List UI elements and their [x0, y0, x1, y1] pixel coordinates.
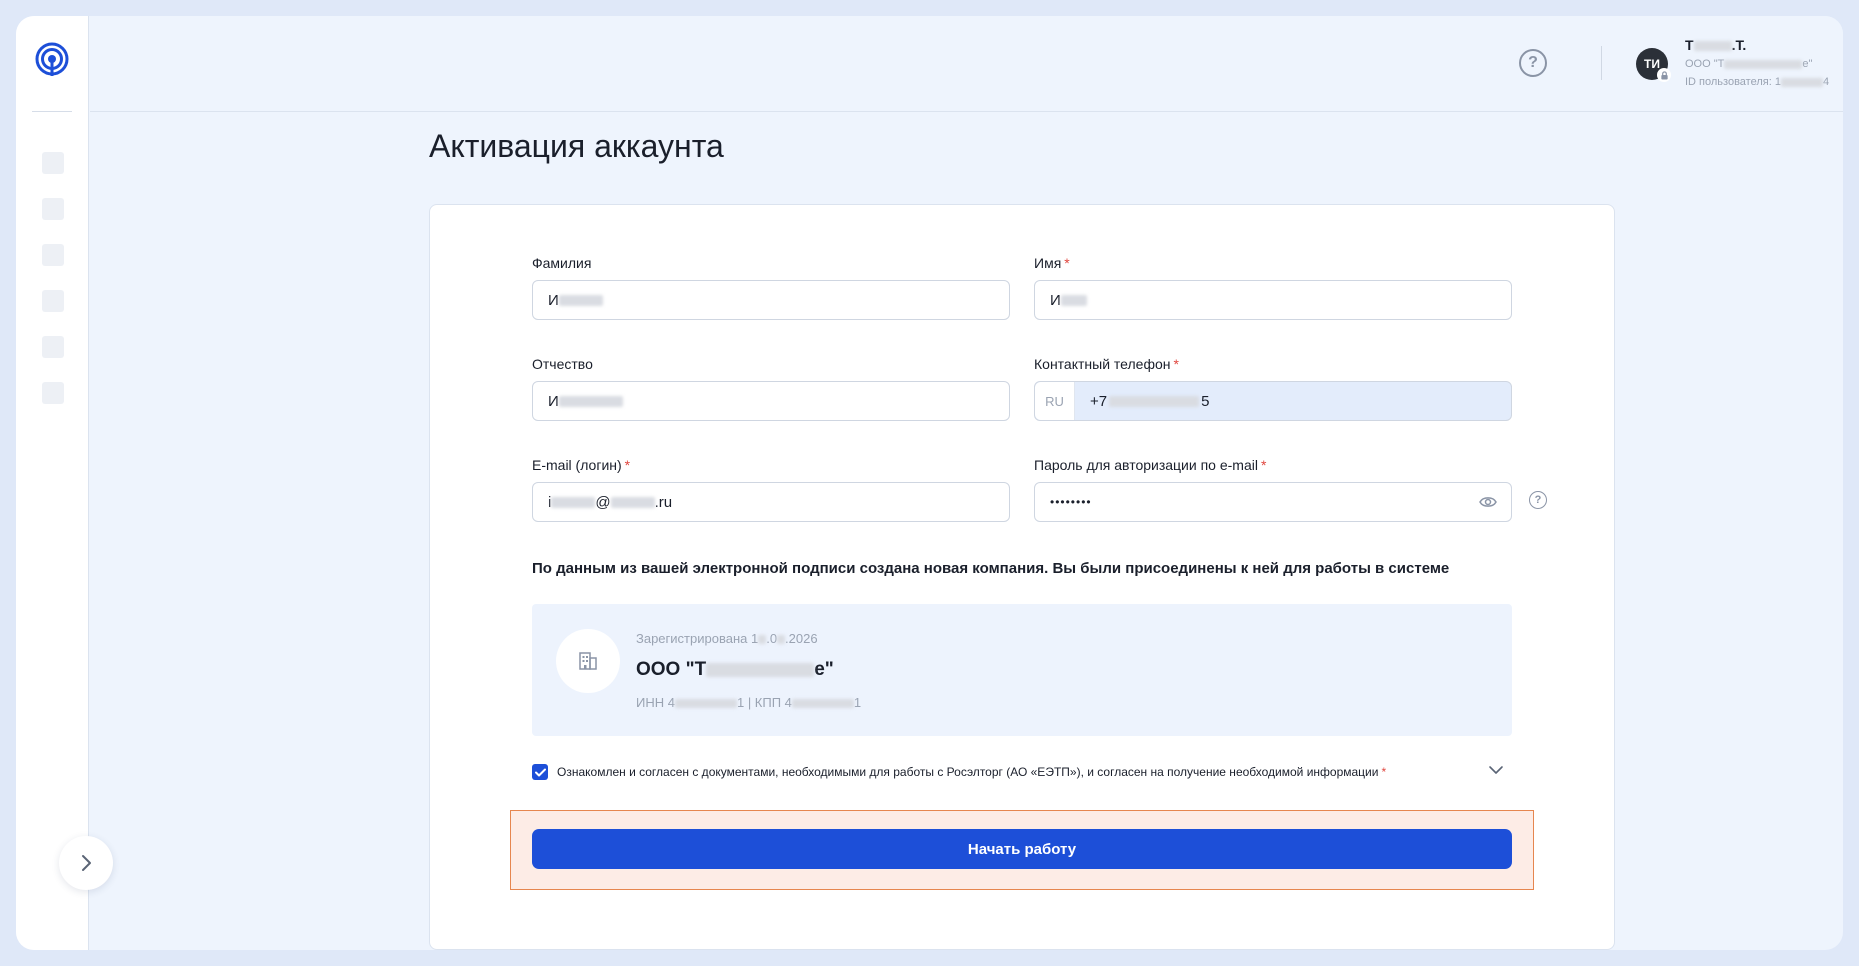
- user-organization: ООО "Т е": [1685, 58, 1813, 70]
- building-icon: [556, 629, 620, 693]
- password-field: Пароль для авторизации по e-mail * ••••••…: [1034, 457, 1512, 522]
- phone-value: +7 5: [1090, 392, 1210, 410]
- sidebar-item-5[interactable]: [42, 336, 64, 358]
- help-label: ?: [1528, 54, 1538, 71]
- firstname-input[interactable]: И: [1034, 280, 1512, 320]
- sidebar-divider: [32, 111, 72, 112]
- password-label: Пароль для авторизации по e-mail *: [1034, 457, 1267, 473]
- sidebar: [16, 16, 89, 950]
- firstname-field: Имя * И: [1034, 255, 1512, 320]
- firstname-label: Имя *: [1034, 255, 1070, 271]
- phone-country-selector[interactable]: RU: [1035, 382, 1075, 420]
- phone-field: Контактный телефон * RU +7 5: [1034, 356, 1512, 421]
- company-name: ООО "Т е": [636, 659, 834, 680]
- lastname-field: Фамилия И: [532, 255, 1010, 320]
- company-card: Зарегистрирована 1.0.2026 ООО "Т е" ИНН 4…: [532, 604, 1512, 736]
- company-notice: По данным из вашей электронной подписи с…: [532, 560, 1450, 577]
- company-inn-kpp: ИНН 41 | КПП 41: [636, 695, 862, 710]
- password-help-icon[interactable]: ?: [1529, 491, 1547, 509]
- sidebar-item-1[interactable]: [42, 152, 64, 174]
- password-input[interactable]: ••••••••: [1034, 482, 1512, 522]
- header-separator: [1601, 46, 1602, 80]
- middlename-label: Отчество: [532, 356, 593, 372]
- sidebar-item-6[interactable]: [42, 382, 64, 404]
- agreement-row: Ознакомлен и согласен с документами, нео…: [532, 764, 1386, 780]
- middlename-field: Отчество И: [532, 356, 1010, 421]
- agreement-text: Ознакомлен и согласен с документами, нео…: [557, 765, 1387, 779]
- user-id: ID пользователя: 14: [1685, 76, 1830, 88]
- email-field: E-mail (логин) * i @ .ru: [532, 457, 1010, 522]
- phone-label: Контактный телефон *: [1034, 356, 1179, 372]
- company-registered-date: Зарегистрирована 1.0.2026: [636, 631, 818, 646]
- cta-highlight: Начать работу: [510, 810, 1534, 890]
- agreement-checkbox[interactable]: [532, 764, 548, 780]
- user-name[interactable]: Т .Т.: [1685, 37, 1746, 53]
- chevron-right-icon: [82, 855, 91, 871]
- lock-icon: [1657, 68, 1671, 82]
- email-input[interactable]: i @ .ru: [532, 482, 1010, 522]
- sidebar-item-4[interactable]: [42, 290, 64, 312]
- chevron-down-icon[interactable]: [1488, 765, 1504, 775]
- lastname-label: Фамилия: [532, 255, 592, 271]
- top-header: ? ТИ Т .Т. ООО "Т е" ID пользователя: 14: [90, 16, 1843, 112]
- help-icon[interactable]: ?: [1519, 49, 1547, 77]
- sidebar-item-2[interactable]: [42, 198, 64, 220]
- app-logo-icon[interactable]: [34, 42, 70, 78]
- phone-input[interactable]: RU +7 5: [1034, 381, 1512, 421]
- sidebar-item-3[interactable]: [42, 244, 64, 266]
- start-work-button[interactable]: Начать работу: [532, 829, 1512, 869]
- middlename-input[interactable]: И: [532, 381, 1010, 421]
- sidebar-expand-button[interactable]: [59, 836, 113, 890]
- email-label: E-mail (логин) *: [532, 457, 631, 473]
- show-password-icon[interactable]: [1479, 495, 1497, 509]
- app-window: ? ТИ Т .Т. ООО "Т е" ID пользователя: 14 А…: [16, 16, 1843, 950]
- avatar-initials: ТИ: [1644, 57, 1660, 71]
- page-title: Активация аккаунта: [429, 128, 724, 164]
- activation-form-card: Фамилия И Имя * И Отчество И Контактный т…: [429, 204, 1615, 950]
- checkmark-icon: [534, 768, 546, 776]
- lastname-input[interactable]: И: [532, 280, 1010, 320]
